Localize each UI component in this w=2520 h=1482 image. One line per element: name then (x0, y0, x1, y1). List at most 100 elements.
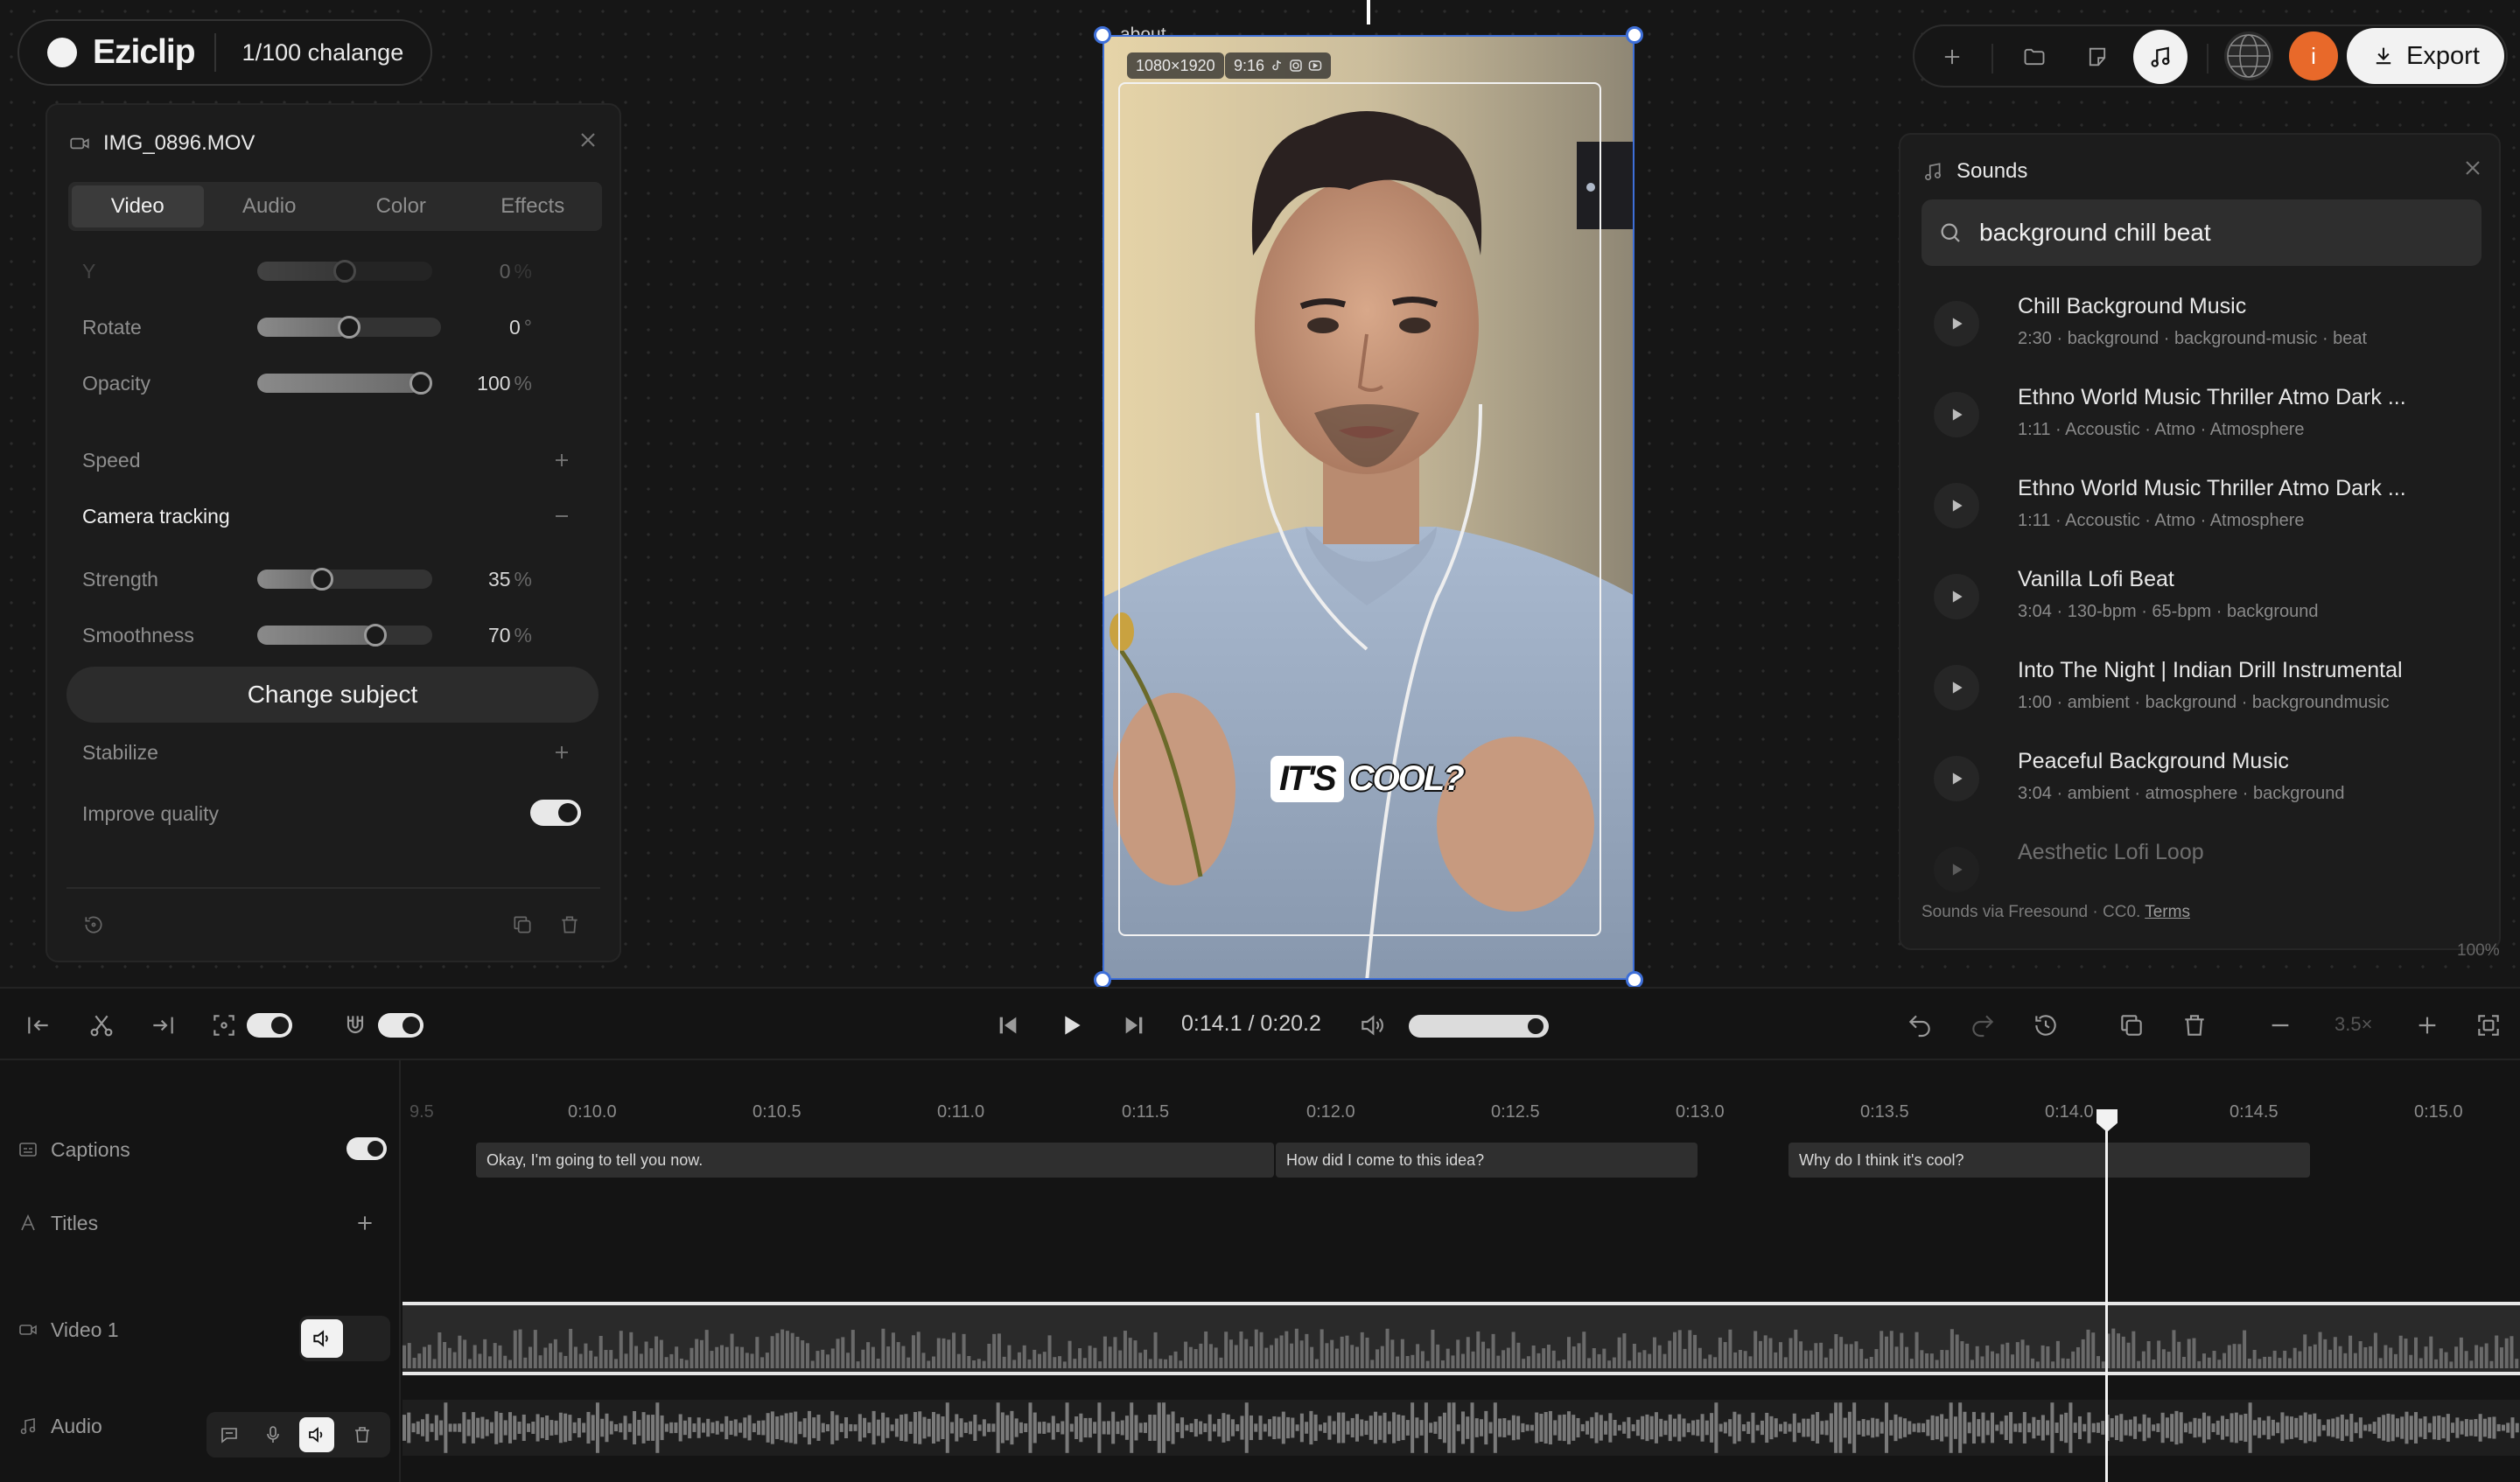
zoom-in-icon[interactable] (2413, 1011, 2441, 1039)
trash-icon[interactable] (558, 913, 581, 936)
add-title-icon[interactable] (354, 1212, 376, 1234)
skip-back-icon[interactable] (994, 1011, 1022, 1039)
resize-handle-br[interactable] (1626, 971, 1643, 989)
audio-clip[interactable] (402, 1400, 2520, 1456)
add-button[interactable] (1932, 37, 1972, 77)
caption-clip[interactable]: How did I come to this idea? (1276, 1143, 1698, 1178)
magnet-icon[interactable] (341, 1011, 369, 1039)
video-clip[interactable] (402, 1302, 2520, 1375)
play-button[interactable] (1934, 483, 1979, 528)
redo-icon[interactable] (1969, 1011, 1997, 1039)
play-button[interactable] (1934, 392, 1979, 437)
captions-toggle[interactable] (346, 1137, 387, 1160)
trash-icon[interactable] (2180, 1011, 2208, 1039)
play-button[interactable] (1934, 574, 1979, 619)
caption-audio-button[interactable] (212, 1417, 247, 1452)
snap-toggle[interactable] (378, 1013, 424, 1038)
resize-handle-tr[interactable] (1626, 26, 1643, 44)
reframe-toggle[interactable] (247, 1013, 292, 1038)
waveform-bar (2393, 1353, 2398, 1368)
rotate-handle[interactable] (1367, 0, 1370, 24)
skip-forward-icon[interactable] (1120, 1011, 1148, 1039)
sound-item[interactable]: Chill Background Music 2:30 · background … (1922, 282, 2482, 366)
split-left-icon[interactable] (24, 1011, 52, 1039)
reset-icon[interactable] (82, 913, 105, 936)
waveform-bar (780, 1415, 784, 1441)
sound-item[interactable]: Peaceful Background Music 3:04 · ambient … (1922, 737, 2482, 821)
media-button[interactable] (2014, 37, 2054, 77)
logo-icon (47, 38, 77, 67)
terms-link[interactable]: Terms (2145, 903, 2190, 921)
sound-item[interactable]: Into The Night | Indian Drill Instrument… (1922, 646, 2482, 730)
scissors-icon[interactable] (88, 1011, 116, 1039)
play-icon[interactable] (1057, 1011, 1085, 1039)
sound-search-input[interactable]: background chill beat (1922, 199, 2482, 266)
auto-reframe-icon[interactable] (210, 1011, 238, 1039)
workspace-avatar[interactable] (2224, 31, 2273, 80)
canvas-zoom[interactable]: 100% (2457, 941, 2500, 961)
duplicate-icon[interactable] (511, 913, 534, 936)
brand-pill[interactable]: Eziclip 1/100 chalange (18, 19, 432, 86)
play-button[interactable] (1934, 301, 1979, 346)
undo-icon[interactable] (1906, 1011, 1934, 1039)
sound-item[interactable]: Vanilla Lofi Beat 3:04 · 130-bpm · 65-bpm… (1922, 555, 2482, 639)
project-name[interactable]: 1/100 chalange (242, 39, 404, 66)
plus-icon[interactable] (551, 742, 572, 763)
user-avatar[interactable]: i (2289, 31, 2338, 80)
stickers-button[interactable] (2077, 37, 2118, 77)
sound-item[interactable]: Aesthetic Lofi Loop (1922, 828, 2482, 912)
change-subject-button[interactable]: Change subject (66, 667, 598, 723)
record-voice-button[interactable] (256, 1417, 290, 1452)
waveform-bar (733, 1419, 738, 1437)
history-icon[interactable] (2032, 1011, 2060, 1039)
waveform-bar (2363, 1424, 2368, 1431)
caption-overlay[interactable]: IT'S COOL? (1270, 751, 1465, 807)
resize-handle-bl[interactable] (1094, 971, 1111, 989)
delete-audio-button[interactable] (345, 1417, 380, 1452)
rotate-slider[interactable] (257, 316, 441, 339)
y-slider[interactable] (257, 260, 432, 283)
volume-icon[interactable] (1358, 1011, 1386, 1039)
waveform-bar (821, 1423, 825, 1433)
audio-volume-button[interactable] (299, 1417, 334, 1452)
volume-slider[interactable] (1409, 1015, 1549, 1038)
speed-row[interactable]: Speed (82, 443, 607, 478)
minus-icon[interactable] (551, 506, 572, 527)
duplicate-icon[interactable] (2118, 1011, 2146, 1039)
play-button[interactable] (1934, 847, 1979, 892)
close-icon[interactable] (576, 128, 600, 152)
clip-filename: IMG_0896.MOV (103, 131, 256, 155)
resize-handle-tl[interactable] (1094, 26, 1111, 44)
play-button[interactable] (1934, 665, 1979, 710)
playhead[interactable] (2105, 1111, 2108, 1482)
close-icon[interactable] (2460, 156, 2485, 180)
sound-item[interactable]: Ethno World Music Thriller Atmo Dark ...… (1922, 464, 2482, 548)
waveform-bar (2515, 1359, 2519, 1368)
tab-video[interactable]: Video (72, 185, 204, 227)
export-button[interactable]: Export (2347, 28, 2504, 84)
camera-tracking-row[interactable]: Camera tracking (82, 499, 607, 534)
waveform-bar (651, 1415, 655, 1441)
sounds-button[interactable] (2133, 30, 2188, 84)
tab-effects[interactable]: Effects (467, 185, 599, 227)
caption-clip[interactable]: Why do I think it's cool? (1788, 1143, 2310, 1178)
video-volume-button[interactable] (301, 1319, 343, 1358)
split-right-icon[interactable] (149, 1011, 177, 1039)
stabilize-row[interactable]: Stabilize (82, 735, 607, 770)
smoothness-slider[interactable] (257, 624, 432, 647)
strength-slider[interactable] (257, 568, 432, 591)
caption-clip[interactable]: Okay, I'm going to tell you now. (476, 1143, 1274, 1178)
tab-audio[interactable]: Audio (204, 185, 336, 227)
sound-item[interactable]: Ethno World Music Thriller Atmo Dark ...… (1922, 373, 2482, 457)
fit-timeline-icon[interactable] (2474, 1011, 2502, 1039)
plus-icon[interactable] (551, 450, 572, 471)
timeline[interactable]: 9.5 0:10.0 0:10.5 0:11.0 0:11.5 0:12.0 0:12.5 0… (402, 1060, 2520, 1482)
aspect-badge[interactable]: 9:16 (1225, 52, 1332, 79)
waveform-bar (2031, 1358, 2035, 1368)
play-button[interactable] (1934, 756, 1979, 801)
waveform-bar (1713, 1357, 1718, 1368)
zoom-out-icon[interactable] (2266, 1011, 2294, 1039)
tab-color[interactable]: Color (335, 185, 467, 227)
improve-quality-toggle[interactable] (530, 800, 581, 826)
opacity-slider[interactable] (257, 372, 432, 395)
